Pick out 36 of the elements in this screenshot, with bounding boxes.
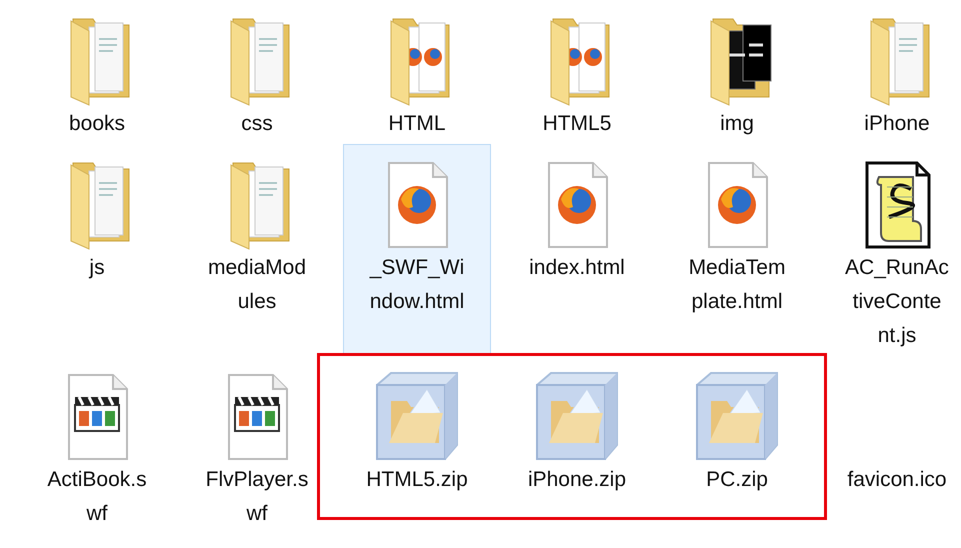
file-name: favicon.ico — [847, 467, 947, 493]
file-name: books — [68, 111, 126, 137]
file-item[interactable]: iPhone.zip — [503, 356, 651, 534]
file-item[interactable]: PC.zip — [663, 356, 811, 534]
file-name: AC_RunAc tiveConte nt.js — [845, 255, 949, 349]
file-name: HTML5.zip — [366, 467, 468, 493]
file-name: _SWF_Wi ndow.html — [370, 255, 464, 315]
file-item[interactable]: HTML5 — [503, 0, 651, 144]
file-name: js — [89, 255, 105, 281]
file-name: iPhone — [864, 111, 930, 137]
file-name: MediaTem plate.html — [688, 255, 786, 315]
file-item[interactable]: MediaTem plate.html — [663, 144, 811, 356]
file-item[interactable]: img — [663, 0, 811, 144]
file-item[interactable]: HTML5.zip — [343, 356, 491, 534]
file-name: css — [241, 111, 273, 137]
file-item[interactable]: FlvPlayer.s wf — [183, 356, 331, 534]
file-name: mediaMod ules — [208, 255, 306, 315]
selected-file-item[interactable]: _SWF_Wi ndow.html — [343, 144, 491, 356]
file-name: index.html — [529, 255, 625, 281]
file-item[interactable]: HTML — [343, 0, 491, 144]
file-name: HTML5 — [542, 111, 612, 137]
file-item[interactable]: books — [23, 0, 171, 144]
file-item[interactable]: index.html — [503, 144, 651, 356]
file-item[interactable]: css — [183, 0, 331, 144]
file-item[interactable]: mediaMod ules — [183, 144, 331, 356]
file-name: PC.zip — [706, 467, 768, 493]
file-item[interactable]: js — [23, 144, 171, 356]
file-name: ActiBook.s wf — [47, 467, 147, 527]
file-item[interactable]: ActiBook.s wf — [23, 356, 171, 534]
file-item[interactable]: AC_RunAc tiveConte nt.js — [823, 144, 961, 356]
file-item[interactable]: favicon.ico — [823, 356, 961, 534]
file-name: FlvPlayer.s wf — [206, 467, 308, 527]
file-name: img — [720, 111, 754, 137]
file-item[interactable]: iPhone — [823, 0, 961, 144]
file-name: iPhone.zip — [528, 467, 626, 493]
file-name: HTML — [388, 111, 446, 137]
